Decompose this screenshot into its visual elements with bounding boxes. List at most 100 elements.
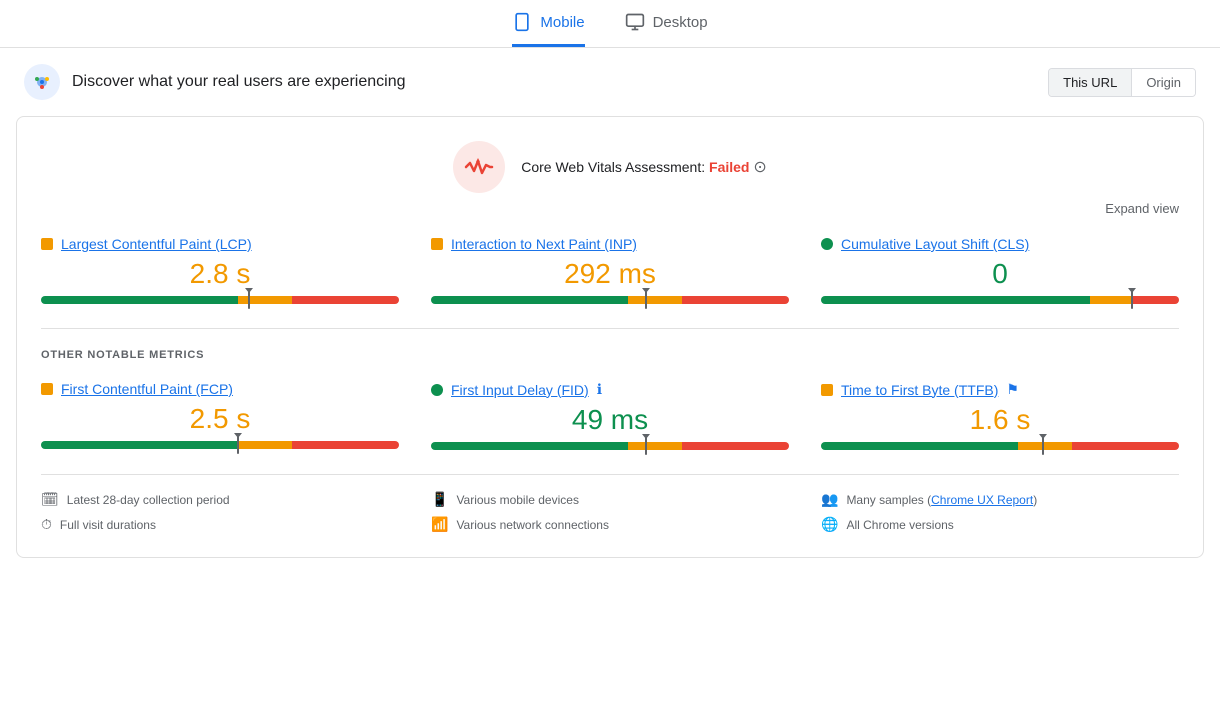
metric-value-fid: 49 ms [431,404,789,436]
metric-link-fcp[interactable]: First Contentful Paint (FCP) [61,381,233,397]
core-metrics-grid: Largest Contentful Paint (LCP) 2.8 s Int… [41,236,1179,304]
footer-icon-1-0: ⏱ [41,516,52,533]
progress-track-ttfb [821,442,1179,450]
origin-button[interactable]: Origin [1132,69,1195,96]
mobile-icon [512,12,532,32]
metric-inp: Interaction to Next Paint (INP) 292 ms [431,236,789,304]
metric-link-cls[interactable]: Cumulative Layout Shift (CLS) [841,236,1029,252]
footer-text-1-0: Full visit durations [60,518,156,532]
metric-lcp: Largest Contentful Paint (LCP) 2.8 s [41,236,399,304]
progress-marker-fid [645,437,647,455]
bar-red-lcp [292,296,399,304]
bar-red-ttfb [1072,442,1179,450]
footer-text-0-0: Latest 28-day collection period [67,493,230,507]
metric-fid: First Input Delay (FID) ℹ 49 ms [431,381,789,450]
footer-item-1-0: ⏱ Full visit durations [41,516,399,533]
metric-label-cls: Cumulative Layout Shift (CLS) [821,236,1179,252]
bar-green-lcp [41,296,238,304]
footer-item-0-0: 🗓 Latest 28-day collection period [41,491,399,508]
footer-text-0-1: Various mobile devices [456,493,579,507]
metric-label-ttfb: Time to First Byte (TTFB) ⚑ [821,381,1179,398]
progress-marker-cls [1131,291,1133,309]
header-title: Discover what your real users are experi… [72,73,405,91]
bar-green-ttfb [821,442,1018,450]
metric-link-inp[interactable]: Interaction to Next Paint (INP) [451,236,637,252]
bar-orange-cls [1090,296,1133,304]
metric-dot-fcp [41,383,53,395]
header-left: Discover what your real users are experi… [24,64,405,100]
bar-orange-fid [628,442,682,450]
footer-item-0-1: 📱 Various mobile devices [431,491,789,508]
tab-mobile[interactable]: Mobile [512,12,584,47]
metric-label-fid: First Input Delay (FID) ℹ [431,381,789,398]
crux-svg [31,71,53,93]
this-url-button[interactable]: This URL [1049,69,1131,96]
metric-link-fid[interactable]: First Input Delay (FID) [451,382,589,398]
footer-icon-0-0: 🗓 [41,491,59,508]
metric-value-ttfb: 1.6 s [821,404,1179,436]
bar-red-cls [1132,296,1179,304]
bar-orange-fcp [238,441,292,449]
metric-link-ttfb[interactable]: Time to First Byte (TTFB) [841,382,998,398]
metric-value-cls: 0 [821,258,1179,290]
metric-dot-fid [431,384,443,396]
progress-bar-ttfb [821,442,1179,450]
metric-label-lcp: Largest Contentful Paint (LCP) [41,236,399,252]
crux-icon [24,64,60,100]
metric-value-lcp: 2.8 s [41,258,399,290]
bar-orange-lcp [238,296,292,304]
metric-link-lcp[interactable]: Largest Contentful Paint (LCP) [61,236,252,252]
footer-icon-0-2: 👥 [821,491,838,508]
desktop-icon [625,12,645,32]
footer-icon-0-1: 📱 [431,491,448,508]
footer-link-0-2[interactable]: Chrome UX Report [931,493,1033,507]
fail-waveform [464,157,494,177]
bar-green-fid [431,442,628,450]
expand-view[interactable]: Expand view [41,201,1179,216]
footer-text-1-1: Various network connections [456,518,609,532]
metric-value-inp: 292 ms [431,258,789,290]
metric-label-fcp: First Contentful Paint (FCP) [41,381,399,397]
metric-label-inp: Interaction to Next Paint (INP) [431,236,789,252]
tab-desktop[interactable]: Desktop [625,12,708,47]
progress-marker-lcp [248,291,250,309]
url-toggle: This URL Origin [1048,68,1196,97]
assessment-info-icon[interactable]: ⊙ [753,159,766,176]
assessment-text: Core Web Vitals Assessment: Failed ⊙ [521,157,767,177]
other-metrics-label: OTHER NOTABLE METRICS [41,349,1179,361]
flag-icon[interactable]: ⚑ [1006,381,1019,398]
section-divider [41,328,1179,329]
info-icon[interactable]: ℹ [597,381,602,398]
footer-item-1-2: 🌐 All Chrome versions [821,516,1179,533]
bar-green-inp [431,296,628,304]
progress-marker-ttfb [1042,437,1044,455]
tab-mobile-label: Mobile [540,14,584,31]
bar-orange-ttfb [1018,442,1072,450]
metric-dot-ttfb [821,384,833,396]
assessment-status: Failed [709,159,749,175]
metric-fcp: First Contentful Paint (FCP) 2.5 s [41,381,399,450]
progress-track-fid [431,442,789,450]
footer-text-0-2: Many samples (Chrome UX Report) [846,493,1037,507]
bar-red-inp [682,296,789,304]
progress-bar-cls [821,296,1179,304]
metric-dot-lcp [41,238,53,250]
other-metrics-grid: First Contentful Paint (FCP) 2.5 s First… [41,381,1179,450]
footer-item-0-2: 👥 Many samples (Chrome UX Report) [821,491,1179,508]
progress-track-inp [431,296,789,304]
progress-track-lcp [41,296,399,304]
bar-green-cls [821,296,1090,304]
metric-dot-cls [821,238,833,250]
bar-red-fcp [292,441,399,449]
footer-icon-1-1: 📶 [431,516,448,533]
metric-dot-inp [431,238,443,250]
assessment-row: Core Web Vitals Assessment: Failed ⊙ [41,141,1179,193]
progress-marker-fcp [237,436,239,454]
tab-bar: Mobile Desktop [0,0,1220,48]
footer-icon-1-2: 🌐 [821,516,838,533]
footer-text-1-2: All Chrome versions [846,518,953,532]
bar-red-fid [682,442,789,450]
metric-cls: Cumulative Layout Shift (CLS) 0 [821,236,1179,304]
progress-bar-fid [431,442,789,450]
progress-track-cls [821,296,1179,304]
